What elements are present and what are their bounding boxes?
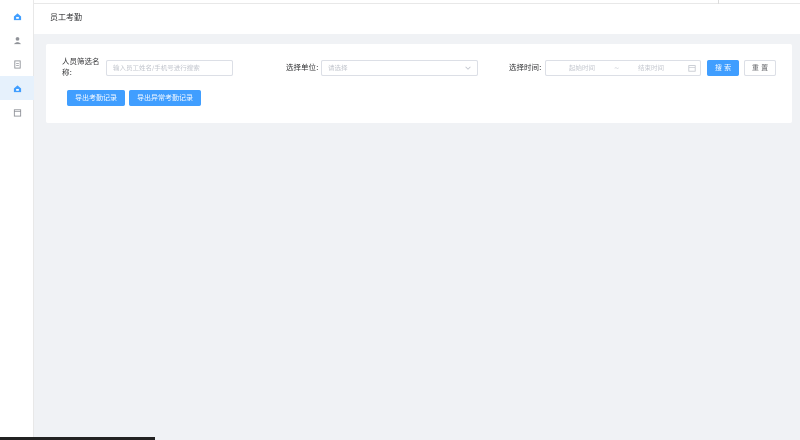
attendance-icon (13, 84, 21, 92)
title-bar: 员工考勤 (34, 4, 800, 34)
sidebar-item-attendance[interactable] (0, 76, 34, 100)
export-abnormal-attendance-button[interactable]: 导出异常考勤记录 (129, 90, 201, 106)
sidebar (0, 0, 34, 440)
home-icon (13, 12, 21, 20)
name-search-input[interactable] (106, 60, 233, 76)
unit-select[interactable]: 请选择 (321, 60, 478, 76)
user-icon (13, 36, 21, 44)
sidebar-item-document[interactable] (0, 52, 34, 76)
date-range-picker[interactable]: 起始时间 ~ 结束时间 (545, 60, 701, 76)
time-range-label: 选择时间: (509, 63, 542, 72)
sidebar-item-home[interactable] (0, 4, 34, 28)
range-separator: ~ (614, 64, 620, 72)
start-time-placeholder: 起始时间 (569, 64, 595, 72)
document-icon (13, 59, 21, 69)
search-button[interactable]: 搜 索 (707, 60, 739, 76)
unit-select-label: 选择单位: (286, 63, 319, 72)
sidebar-item-calendar[interactable] (0, 100, 34, 124)
chevron-down-icon (465, 66, 471, 70)
unit-select-placeholder: 请选择 (328, 64, 348, 72)
reset-button[interactable]: 重 置 (744, 60, 776, 76)
name-filter-label: 人员筛选名称: (62, 57, 100, 77)
calendar-icon (688, 65, 696, 72)
page-title: 员工考勤 (50, 13, 82, 22)
export-attendance-button[interactable]: 导出考勤记录 (67, 90, 125, 106)
end-time-placeholder: 结束时间 (638, 64, 664, 72)
filter-card: 人员筛选名称: 选择单位: 请选择 选择时间: 起始时间 ~ 结束时间 搜 索 … (46, 44, 792, 123)
sidebar-item-user[interactable] (0, 28, 34, 52)
calendar-icon (13, 108, 21, 117)
